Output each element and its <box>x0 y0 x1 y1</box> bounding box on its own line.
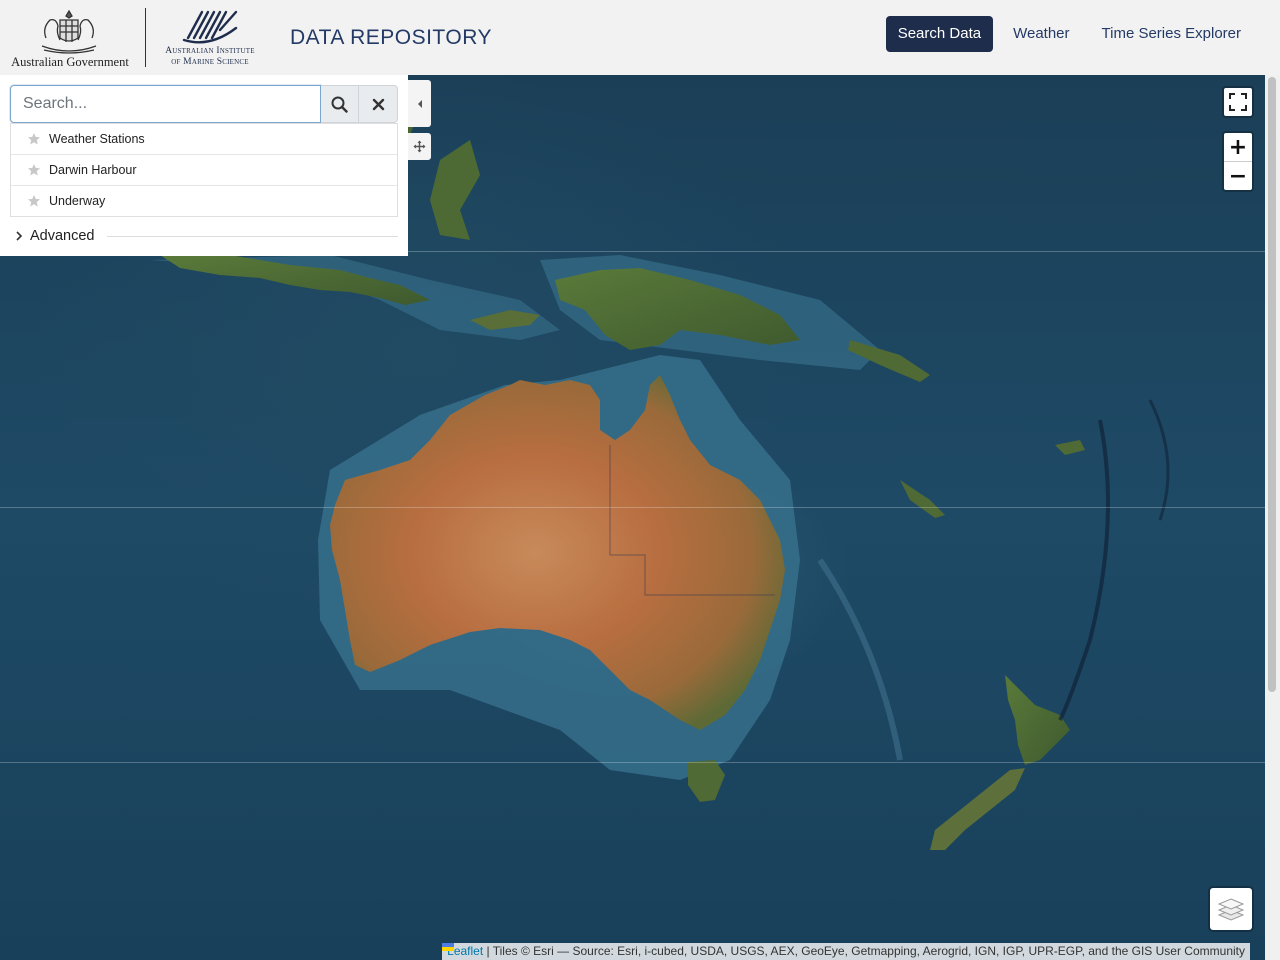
nav-time-series-explorer[interactable]: Time Series Explorer <box>1090 16 1253 52</box>
graticule-line <box>0 762 1265 763</box>
list-item-label: Darwin Harbour <box>49 163 137 177</box>
zoom-control: + − <box>1222 131 1254 192</box>
logo-divider <box>145 8 146 67</box>
header: Australian Government Australian Institu… <box>0 0 1280 75</box>
divider <box>106 235 398 237</box>
coat-of-arms-icon <box>41 9 97 54</box>
saved-search-list: Weather Stations Darwin Harbour Underway <box>10 123 398 217</box>
clear-search-button[interactable] <box>359 85 398 123</box>
list-item-label: Underway <box>49 194 106 208</box>
map-attribution: Leaflet | Tiles © Esri — Source: Esri, i… <box>442 943 1250 960</box>
advanced-label: Advanced <box>30 228 95 244</box>
trench-tonga <box>1148 399 1170 521</box>
star-icon[interactable] <box>27 163 41 177</box>
zoom-in-button[interactable]: + <box>1224 133 1252 162</box>
saved-search-underway[interactable]: Underway <box>11 186 397 216</box>
layers-icon <box>1217 898 1245 921</box>
aims-logo-line1: Australian Institute <box>165 46 255 56</box>
move-arrows-icon <box>413 140 426 153</box>
nav-weather[interactable]: Weather <box>1001 16 1081 52</box>
aims-logo-text: Australian Institute of Marine Science <box>158 46 262 68</box>
chevron-right-icon <box>16 231 23 241</box>
gov-logo-text: Australian Government <box>11 55 129 69</box>
search-bar <box>10 85 398 123</box>
main-nav: Search Data Weather Time Series Explorer <box>885 16 1253 52</box>
scrollbar-thumb[interactable] <box>1268 77 1276 692</box>
ukraine-flag-icon <box>442 943 455 951</box>
star-icon[interactable] <box>27 132 41 146</box>
layers-button[interactable] <box>1208 886 1254 932</box>
new-zealand-south <box>930 768 1025 850</box>
ridge-lord-howe <box>817 558 903 761</box>
tasmania <box>688 760 725 802</box>
saved-search-darwin-harbour[interactable]: Darwin Harbour <box>11 155 397 186</box>
fullscreen-button[interactable] <box>1222 86 1254 118</box>
zoom-out-button[interactable]: − <box>1224 162 1252 190</box>
advanced-toggle[interactable]: Advanced <box>14 226 398 246</box>
nav-search-data[interactable]: Search Data <box>885 16 994 52</box>
aims-logo-line2: of Marine Science <box>171 57 249 67</box>
star-icon[interactable] <box>27 194 41 208</box>
page-scrollbar[interactable] <box>1265 75 1280 960</box>
search-icon <box>331 96 348 113</box>
move-panel-handle[interactable] <box>408 133 431 160</box>
australian-government-logo[interactable]: Australian Government <box>8 8 132 70</box>
saved-search-weather-stations[interactable]: Weather Stations <box>11 124 397 155</box>
trench-kermadec <box>1058 419 1110 721</box>
caret-left-icon <box>417 99 422 108</box>
search-input[interactable] <box>10 85 321 123</box>
aims-emblem-icon <box>182 10 238 44</box>
graticule-line <box>0 507 1265 508</box>
collapse-panel-button[interactable] <box>408 80 431 127</box>
fiji <box>1055 440 1085 455</box>
sulawesi <box>430 140 480 240</box>
search-button[interactable] <box>321 85 359 123</box>
fullscreen-icon <box>1229 93 1247 111</box>
new-caledonia <box>900 480 945 518</box>
page-title: DATA REPOSITORY <box>290 26 492 49</box>
list-item-label: Weather Stations <box>49 132 145 146</box>
close-icon <box>372 98 384 110</box>
aims-logo[interactable]: Australian Institute of Marine Science <box>158 8 262 70</box>
attribution-text: | Tiles © Esri — Source: Esri, i-cubed, … <box>483 944 1245 958</box>
search-panel: Weather Stations Darwin Harbour Underway… <box>0 75 408 256</box>
